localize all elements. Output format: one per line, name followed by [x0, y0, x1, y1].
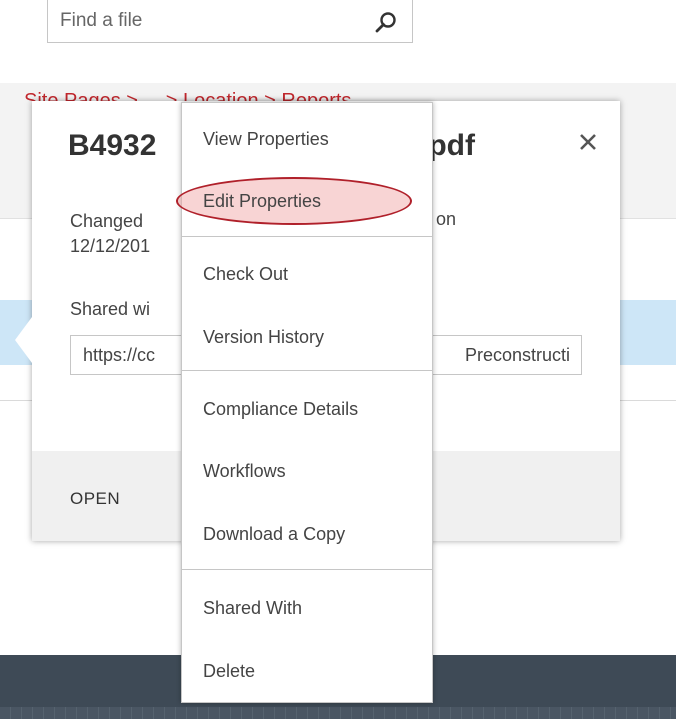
menu-item-label: Compliance Details [203, 399, 359, 419]
changed-line1-end: on [436, 209, 457, 229]
search-input[interactable] [48, 0, 348, 41]
menu-item-edit-properties[interactable]: Edit Properties [176, 177, 432, 225]
menu-item-compliance-details[interactable]: Compliance Details [182, 390, 432, 430]
menu-item-label: Delete [203, 661, 256, 681]
menu-item-label: Check Out [203, 264, 289, 284]
menu-item-version-history[interactable]: Version History [182, 318, 432, 358]
link-start: https://cc [83, 345, 156, 365]
menu-item-download-copy[interactable]: Download a Copy [182, 515, 432, 555]
link-end: Preconstructi [465, 345, 571, 365]
footer-grid [0, 707, 676, 719]
changed-line1: Changed [70, 211, 144, 231]
search-box [47, 0, 413, 43]
search-icon[interactable] [374, 10, 398, 34]
changed-info: Changed 12/12/201 [70, 209, 150, 259]
callout-title: B4932 [68, 129, 157, 162]
menu-item-check-out[interactable]: Check Out [182, 255, 432, 295]
menu-item-label: Workflows [203, 461, 286, 481]
menu-item-label: Download a Copy [203, 524, 346, 544]
shared-with-text: Shared wi [70, 299, 151, 319]
menu-item-delete[interactable]: Delete [182, 652, 432, 692]
menu-item-label: Edit Properties [203, 191, 322, 211]
open-button[interactable]: OPEN [70, 489, 120, 509]
menu-item-view-properties[interactable]: View Properties [182, 120, 432, 160]
menu-item-shared-with[interactable]: Shared With [182, 589, 432, 629]
menu-item-label: Version History [203, 327, 325, 347]
changed-line2: 12/12/201 [70, 236, 151, 256]
menu-separator [182, 236, 432, 237]
menu-separator [182, 370, 432, 371]
menu-item-label: View Properties [203, 129, 329, 149]
menu-separator [182, 569, 432, 570]
callout-beak [15, 317, 32, 363]
menu-item-workflows[interactable]: Workflows [182, 452, 432, 492]
menu-item-label: Shared With [203, 598, 303, 618]
close-icon[interactable] [577, 131, 599, 153]
context-menu: View Properties Edit Properties Check Ou… [176, 102, 433, 703]
